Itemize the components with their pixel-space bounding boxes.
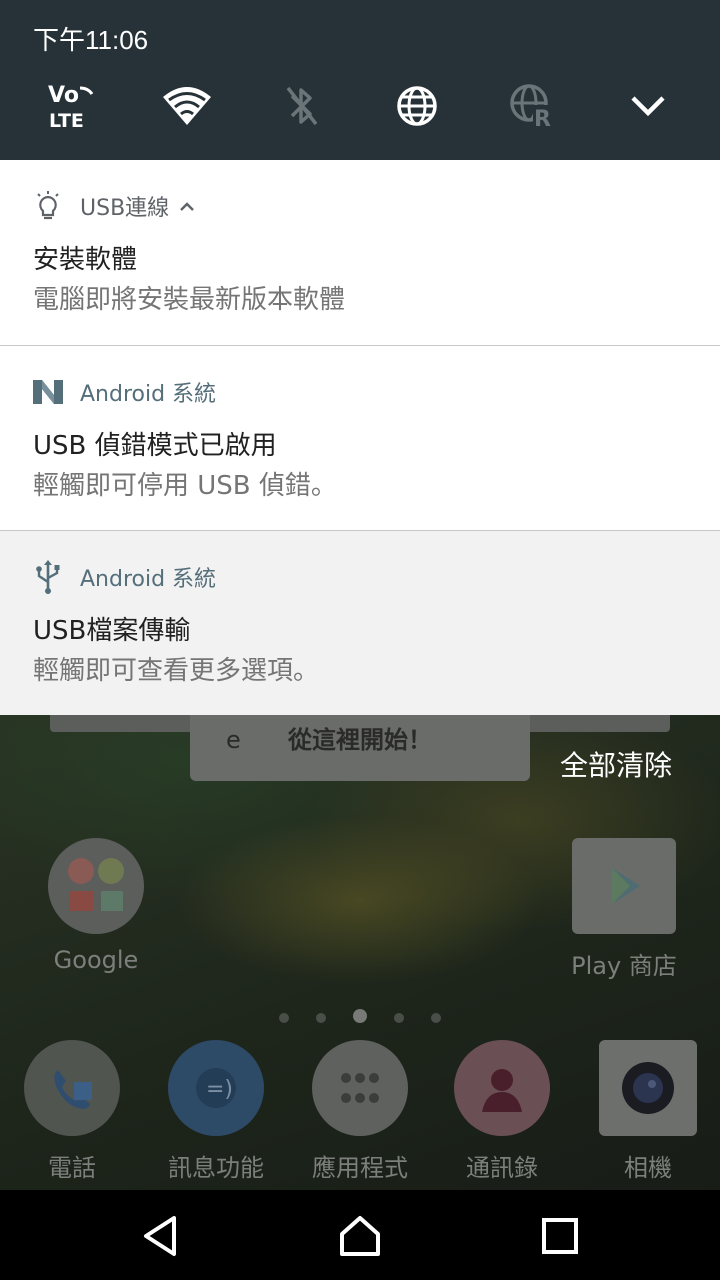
page-dot [278,1013,289,1023]
start-here-widget[interactable]: e 從這裡開始！ [190,715,530,781]
chevron-up-icon[interactable] [179,194,195,219]
volte-tile[interactable]: Vo LTE [36,72,108,140]
phone-icon [24,1040,120,1136]
bluetooth-icon [286,86,318,126]
dock-camera[interactable]: 相機 [588,1040,708,1183]
notification-title: 安裝軟體 [33,245,138,275]
play-store-app[interactable]: Play 商店 [556,838,692,981]
volte-lte-icon: Vo LTE [48,83,94,132]
globe-icon [397,86,437,126]
page-dot [431,1013,442,1023]
messaging-icon: =) [168,1040,264,1136]
bluetooth-tile[interactable] [266,72,338,140]
notification-title: USB檔案傳輸 [33,616,191,646]
home-icon [340,1216,380,1256]
dock-contacts-label: 通訊錄 [466,1154,538,1182]
notification-header: Android 系統 [32,376,216,408]
notification-body: 輕觸即可停用 USB 偵錯。 [33,471,337,501]
quick-settings-header: 下午11:06 Vo LTE R [0,0,720,160]
google-folder-icon [48,838,144,934]
contacts-icon [454,1040,550,1136]
home-button[interactable] [330,1212,390,1260]
camera-icon [599,1040,697,1136]
roaming-globe-icon: R [510,84,553,129]
back-button[interactable] [130,1212,190,1260]
recents-button[interactable] [530,1212,590,1260]
notification-header: USB連線 [32,190,195,222]
notification-app-name: Android 系統 [80,567,217,592]
notification-body: 輕觸即可查看更多選項。 [33,656,320,686]
svg-text:LTE: LTE [49,110,84,132]
page-dot [394,1013,405,1023]
data-tile[interactable] [381,72,453,140]
dock-phone[interactable]: 電話 [14,1040,130,1183]
notification-title: USB 偵錯模式已啟用 [33,431,277,461]
wifi-icon [163,87,211,125]
dock-camera-label: 相機 [624,1154,672,1182]
app-drawer-icon [312,1040,408,1136]
back-icon [144,1216,176,1256]
wifi-tile[interactable] [151,72,223,140]
status-clock: 下午11:06 [33,25,149,55]
dock-contacts[interactable]: 通訊錄 [444,1040,560,1183]
play-store-label: Play 商店 [571,952,677,980]
svg-text:Vo: Vo [48,83,79,108]
notification-app-name: Android 系統 [80,382,217,407]
navigation-bar [0,1190,720,1280]
notification-usb-connection[interactable]: USB連線 安裝軟體 電腦即將安裝最新版本軟體 [0,160,720,345]
svg-text:R: R [534,107,551,129]
page-dot-active [353,1009,367,1023]
google-folder[interactable]: Google [38,838,154,974]
play-store-icon [572,838,676,934]
page-indicator [0,1008,720,1027]
widget-glyph: e [226,726,241,754]
notification-usb-debugging[interactable]: Android 系統 USB 偵錯模式已啟用 輕觸即可停用 USB 偵錯。 [0,346,720,530]
widget-text: 從這裡開始！ [288,726,432,754]
google-folder-label: Google [53,946,139,974]
dock-phone-label: 電話 [48,1154,96,1182]
lightbulb-icon [32,190,64,222]
dock-messaging[interactable]: =) 訊息功能 [152,1040,280,1183]
notification-body: 電腦即將安裝最新版本軟體 [33,285,346,315]
usb-icon [32,560,64,594]
dock-app-drawer-label: 應用程式 [312,1154,408,1182]
expand-chevron-icon [631,96,665,117]
svg-text:=): =) [206,1077,233,1102]
dock-app-drawer[interactable]: 應用程式 [296,1040,424,1183]
notification-usb-file-transfer[interactable]: Android 系統 USB檔案傳輸 輕觸即可查看更多選項。 [0,531,720,715]
roaming-tile[interactable]: R [496,72,568,140]
dock-messaging-label: 訊息功能 [168,1154,264,1182]
notification-app-name: USB連線 [80,196,170,221]
clear-all-button[interactable]: 全部清除 [560,744,672,784]
notification-header: Android 系統 [32,560,217,594]
recents-icon [542,1218,578,1254]
expand-quick-settings-button[interactable] [612,72,684,140]
quick-settings-row: Vo LTE R [0,72,720,140]
android-n-icon [32,376,64,408]
page-dot [315,1013,326,1023]
